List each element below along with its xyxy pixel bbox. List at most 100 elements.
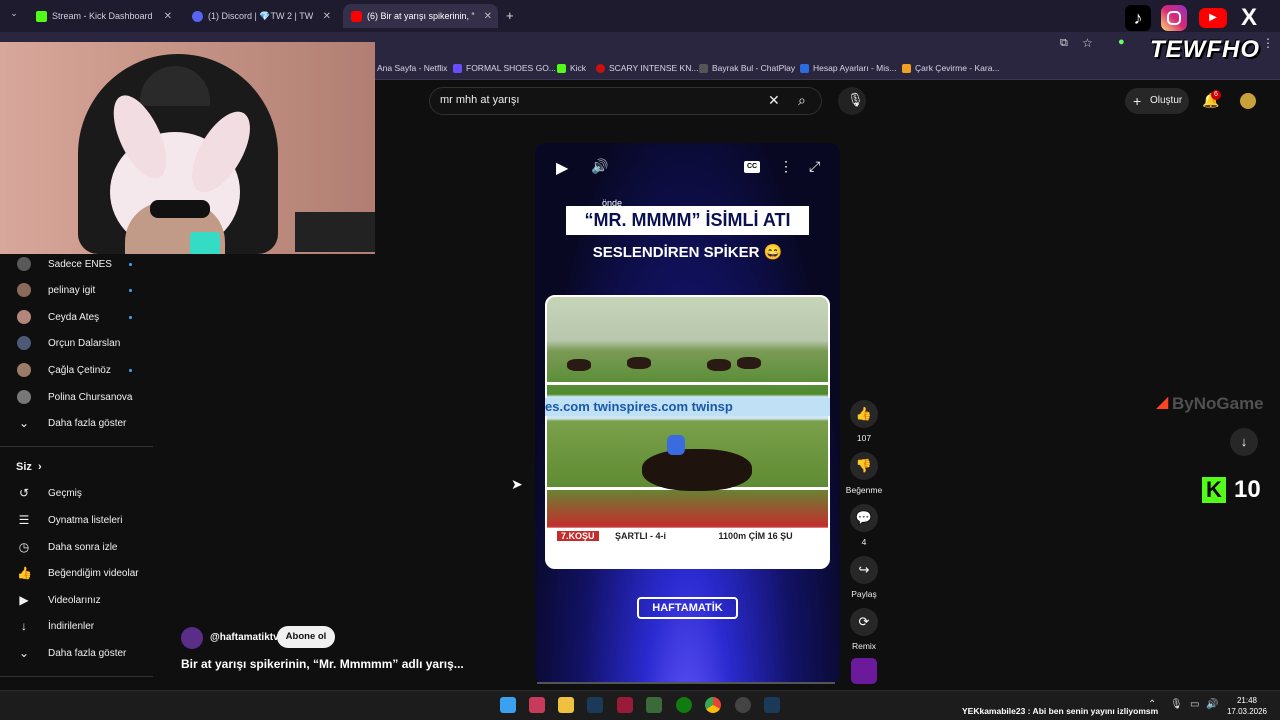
close-icon[interactable]: ✕ (484, 11, 492, 22)
tab-youtube[interactable]: (6) Bir at yarışı spikerinin, “Mr. M ✕ (343, 4, 498, 28)
bookmark-formal-shoes[interactable]: FORMAL SHOES GO... (453, 63, 556, 73)
history-icon: ↺ (18, 486, 30, 500)
item-label: Geçmiş (48, 487, 82, 499)
tab-discord[interactable]: (1) Discord | 💎TW 2 | TW ✕ (184, 4, 337, 28)
video-headline-2: SESLENDİREN SPİKER 😄 (592, 244, 783, 261)
file-explorer-icon[interactable] (558, 697, 574, 713)
kick-logo-icon: K (1202, 477, 1226, 503)
sidebar-sub-4[interactable]: Orçun Dalarslan (0, 330, 150, 356)
sidebar-item-downloads[interactable]: ↓ İndirilenler (0, 613, 150, 639)
windows-start-icon[interactable] (500, 697, 516, 713)
network-icon[interactable]: ▭ (1190, 699, 1199, 710)
channel-handle[interactable]: @haftamatiktv (210, 632, 279, 643)
new-tab-button[interactable]: + (506, 8, 514, 23)
like-count: 107 (856, 433, 872, 443)
sidebar-sub-2[interactable]: pelinay igit (0, 277, 150, 303)
bookmark-icon (453, 63, 462, 73)
tray-chevron-icon[interactable]: ⌃ (1148, 699, 1156, 710)
channel-name: Çağla Çetinöz (48, 364, 111, 376)
horse (737, 357, 761, 369)
bookmark-star-icon[interactable]: ☆ (1082, 36, 1093, 50)
create-button[interactable]: + Oluştur (1125, 88, 1189, 114)
clear-search-icon[interactable]: ✕ (768, 92, 780, 109)
show-more-label: Daha fazla göster (48, 647, 127, 659)
bookmark-chatplay[interactable]: Bayrak Bul - ChatPlay (699, 63, 795, 73)
share-button[interactable]: ↪ (850, 556, 878, 584)
bookmark-label: Kick (570, 63, 587, 73)
audio-thumbnail[interactable] (851, 658, 877, 684)
app-icon[interactable] (617, 697, 633, 713)
menu-icon[interactable]: ⋮ (1262, 36, 1274, 50)
you-label: Siz (16, 461, 32, 473)
bookmark-cark[interactable]: Çark Çevirme - Kara... (902, 63, 1000, 73)
search-icon[interactable]: ⌕ (798, 92, 806, 109)
tab-kick-dashboard[interactable]: Stream - Kick Dashboard ✕ (28, 4, 178, 28)
chevron-down-icon: ⌄ (18, 416, 30, 430)
xbox-icon[interactable] (676, 697, 692, 713)
show-more-you[interactable]: ⌄ Daha fazla göster (0, 640, 150, 666)
microphone-icon: 🎙 (847, 92, 864, 107)
dislike-button[interactable]: 👎 (850, 452, 878, 480)
play-icon[interactable]: ▶ (556, 158, 568, 178)
chevron-down-icon: ⌄ (18, 646, 30, 660)
more-options-icon[interactable]: ⋮ (779, 158, 793, 175)
close-icon[interactable]: ✕ (323, 11, 331, 22)
sidebar-item-history[interactable]: ↺ Geçmiş (0, 480, 150, 506)
sidebar-sub-1[interactable]: Sadece ENES (0, 251, 150, 277)
item-label: İndirilenler (48, 620, 95, 632)
bookmark-kick[interactable]: Kick (557, 63, 586, 73)
voice-search-button[interactable]: 🎙 (838, 87, 866, 115)
bookmark-scary[interactable]: SCARY INTENSE KN... (596, 63, 698, 73)
speaker-icon[interactable]: 🔊 (1206, 699, 1218, 710)
kick-icon (36, 10, 47, 22)
progress-bar[interactable] (537, 682, 835, 684)
close-icon[interactable]: ✕ (164, 11, 172, 22)
search-input[interactable]: mr mhh at yarışı (440, 94, 519, 106)
app-icon[interactable] (646, 697, 662, 713)
fullscreen-icon[interactable]: ⤢ (809, 158, 820, 175)
clock[interactable]: 21:48 17.03.2026 (1224, 695, 1270, 717)
sidebar-you-header[interactable]: Siz › (0, 454, 150, 480)
sidebar-item-liked[interactable]: 👍 Beğendiğim videolar (0, 560, 150, 586)
tab-list-button[interactable]: ⌄ (6, 8, 22, 24)
sidebar-item-playlists[interactable]: ☰ Oynatma listeleri (0, 507, 150, 533)
sidebar-sub-3[interactable]: Ceyda Ateş (0, 304, 150, 330)
video-title[interactable]: Bir at yarışı spikerinin, “Mr. Mmmmm” ad… (181, 657, 464, 671)
sidebar-item-watch-later[interactable]: ◷ Daha sonra izle (0, 534, 150, 560)
sidebar-item-your-videos[interactable]: ▶ Videolarınız (0, 587, 150, 613)
extensions-icon[interactable]: ● (1118, 36, 1125, 48)
avatar[interactable] (1240, 93, 1256, 109)
cast-icon[interactable]: ⧉ (1060, 37, 1068, 50)
sidebar-sub-6[interactable]: Polina Chursanova (0, 384, 150, 410)
item-label: Videolarınız (48, 594, 101, 606)
scroll-down-button[interactable]: ↓ (1230, 428, 1258, 456)
microphone-icon[interactable]: 🎙 (1170, 699, 1183, 710)
steam-icon[interactable] (587, 697, 603, 713)
avatar (17, 363, 31, 377)
comments-button[interactable]: 💬 (850, 504, 878, 532)
tab-title: (1) Discord | 💎TW 2 | TW (208, 10, 313, 21)
chevron-right-icon: › (38, 461, 42, 473)
channel-name: Orçun Dalarslan (48, 337, 121, 349)
like-button[interactable]: 👍 (850, 400, 878, 428)
item-label: Beğendiğim videolar (48, 567, 139, 579)
app-icon[interactable] (735, 697, 751, 713)
steam-icon[interactable] (764, 697, 780, 713)
tab-strip: ⌄ Stream - Kick Dashboard ✕ (1) Discord … (0, 0, 1280, 32)
remix-button[interactable]: ⟳ (850, 608, 878, 636)
youtube-icon (351, 10, 362, 22)
bookmark-icon (800, 63, 809, 73)
sidebar-divider (0, 446, 153, 447)
channel-avatar[interactable] (181, 627, 203, 649)
app-icon[interactable] (529, 697, 545, 713)
notifications-button[interactable]: 🔔 6 (1202, 90, 1221, 110)
sidebar-sub-5[interactable]: Çağla Çetinöz (0, 357, 150, 383)
subscribe-button[interactable]: Abone ol (277, 626, 335, 648)
volume-icon[interactable]: 🔊 (591, 158, 608, 175)
bookmark-hesap[interactable]: Hesap Ayarları - Mis... (800, 63, 896, 73)
clock-time: 21:48 (1236, 696, 1258, 705)
chrome-icon[interactable] (705, 697, 721, 713)
show-more-subs[interactable]: ⌄ Daha fazla göster (0, 410, 150, 436)
captions-icon[interactable]: CC (744, 161, 760, 173)
bookmark-netflix[interactable]: Ana Sayfa - Netflix (377, 63, 447, 73)
